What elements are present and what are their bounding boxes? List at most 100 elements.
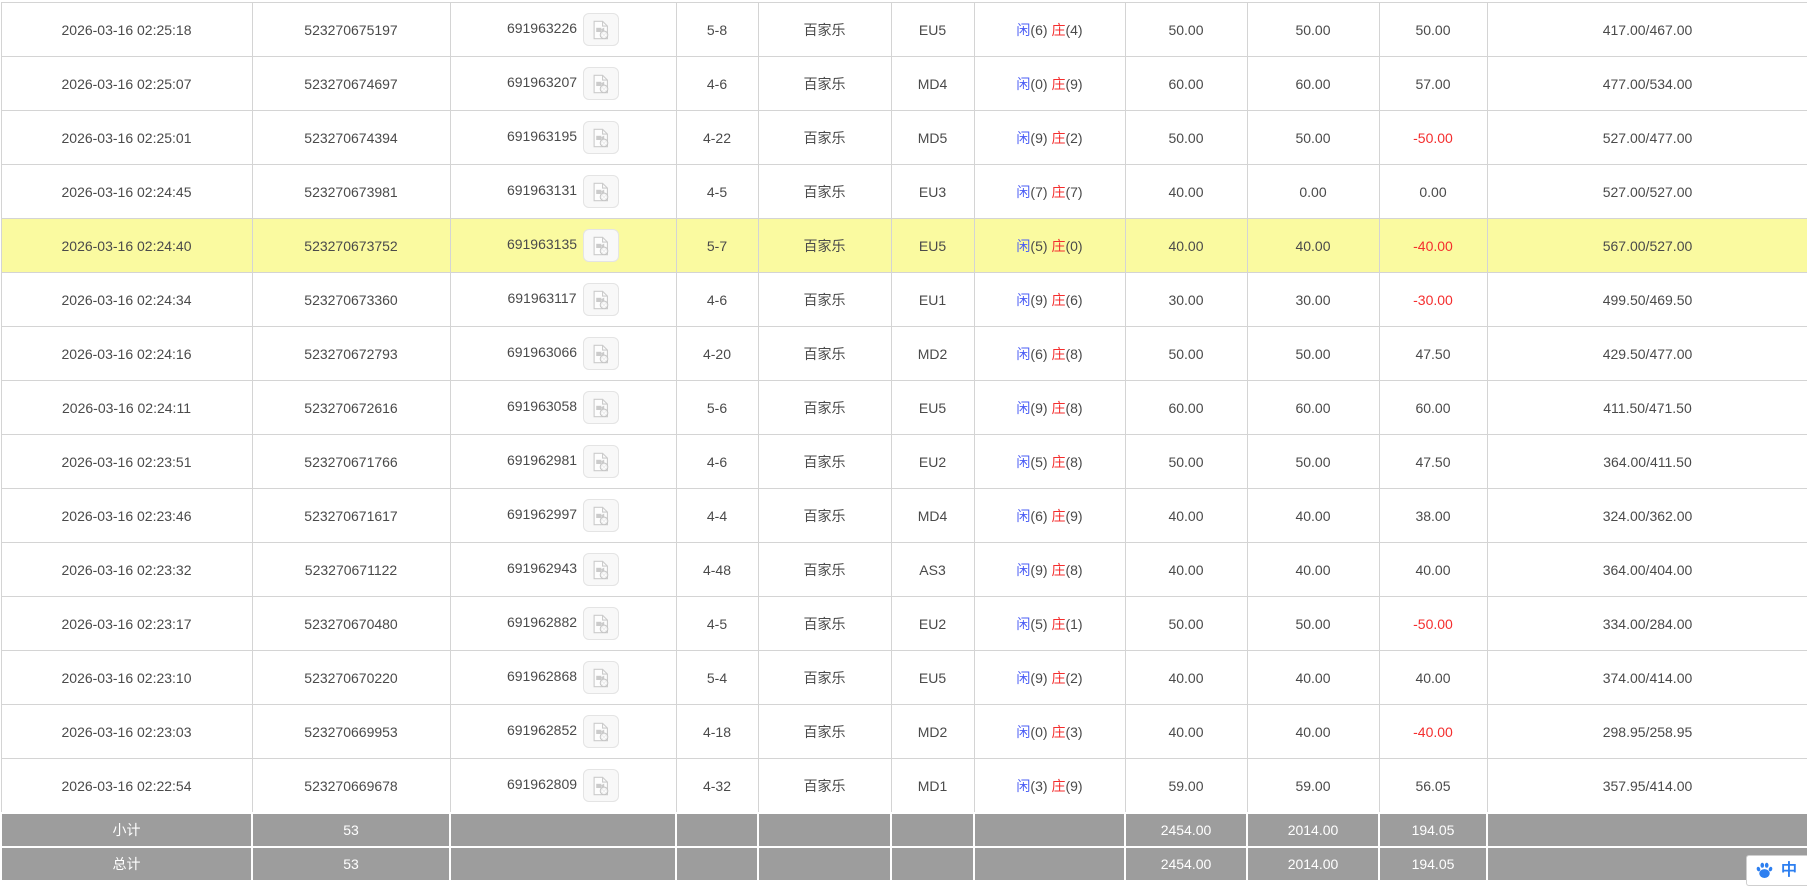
bet-amount[interactable]: 40.00: [1168, 670, 1203, 686]
bet-amount[interactable]: 40.00: [1168, 562, 1203, 578]
bet-amount[interactable]: 40.00: [1168, 508, 1203, 524]
balance-cell: 324.00/362.00: [1486, 488, 1807, 543]
bet-amount[interactable]: 50.00: [1168, 130, 1203, 146]
player-label: 闲: [1016, 777, 1031, 794]
bet-amount[interactable]: 50.00: [1168, 346, 1203, 362]
shoe-round: 4-22: [702, 129, 732, 146]
bet-id: 523270675197: [304, 21, 398, 38]
balance: 364.00/404.00: [1602, 561, 1693, 578]
result-cell: 闲(3) 庄(9): [973, 758, 1126, 814]
game-cell: 百家乐: [757, 272, 892, 327]
shoe-round-cell: 4-20: [675, 326, 759, 381]
shoe-round-cell: 5-7: [675, 218, 759, 273]
table-code: MD5: [917, 129, 948, 146]
round-id: 691963207: [506, 74, 578, 91]
bet-amount-cell[interactable]: 40.00: [1124, 704, 1248, 759]
video-replay-button[interactable]: [583, 769, 620, 802]
subtotal-valid-total: 2014.00: [1246, 812, 1380, 848]
bet-amount[interactable]: 60.00: [1168, 400, 1203, 416]
video-replay-button[interactable]: [583, 175, 620, 208]
bet-amount-cell[interactable]: 50.00: [1124, 596, 1248, 651]
total-empty-game: [757, 846, 892, 882]
valid-bet: 50.00: [1295, 615, 1331, 632]
video-replay-button[interactable]: [583, 607, 620, 640]
bet-amount-cell[interactable]: 30.00: [1124, 272, 1248, 327]
video-replay-button[interactable]: [583, 337, 620, 370]
player-score: (9): [1030, 561, 1048, 578]
game-cell: 百家乐: [757, 2, 892, 57]
video-replay-button[interactable]: [583, 445, 620, 478]
banker-score: (1): [1065, 615, 1083, 632]
video-replay-button[interactable]: [583, 121, 620, 154]
bet-amount-cell[interactable]: 50.00: [1124, 326, 1248, 381]
bet-amount-cell[interactable]: 59.00: [1124, 758, 1248, 814]
bet-amount[interactable]: 59.00: [1168, 778, 1203, 794]
table-code: EU2: [918, 453, 947, 470]
table-code-cell: EU5: [890, 218, 975, 273]
table-row: 2026-03-16 02:24:40 523270673752 6919631…: [0, 218, 1807, 273]
bet-amount-cell[interactable]: 50.00: [1124, 2, 1248, 57]
bet-amount[interactable]: 50.00: [1168, 454, 1203, 470]
bet-amount-cell[interactable]: 40.00: [1124, 488, 1248, 543]
video-replay-button[interactable]: [583, 661, 620, 694]
video-file-icon: [593, 236, 609, 255]
total-label: 总计: [0, 846, 253, 882]
bet-time: 2026-03-16 02:23:17: [61, 615, 192, 632]
round-cell: 691963135: [449, 218, 677, 273]
bet-amount[interactable]: 30.00: [1168, 292, 1203, 308]
video-replay-button[interactable]: [583, 553, 620, 586]
player-score: (0): [1030, 75, 1048, 92]
bet-id-cell: 523270673360: [251, 272, 451, 327]
bet-time: 2026-03-16 02:22:54: [61, 777, 192, 794]
valid-bet-cell: 50.00: [1246, 326, 1380, 381]
video-replay-button[interactable]: [583, 67, 620, 100]
bet-amount-cell[interactable]: 40.00: [1124, 218, 1248, 273]
bet-amount[interactable]: 50.00: [1168, 616, 1203, 632]
round-id: 691962852: [506, 722, 578, 739]
valid-bet-cell: 60.00: [1246, 56, 1380, 111]
balance: 324.00/362.00: [1602, 507, 1693, 524]
video-replay-button[interactable]: [583, 391, 620, 424]
win-loss: 56.05: [1415, 777, 1451, 794]
bet-time-cell: 2026-03-16 02:24:16: [0, 326, 253, 381]
balance-cell: 298.95/258.95: [1486, 704, 1807, 759]
video-replay-button[interactable]: [583, 229, 620, 262]
bet-amount[interactable]: 40.00: [1168, 184, 1203, 200]
bet-amount-cell[interactable]: 40.00: [1124, 164, 1248, 219]
win-loss: -40.00: [1413, 723, 1453, 740]
bet-amount-cell[interactable]: 50.00: [1124, 110, 1248, 165]
round-cell: 691963195: [449, 110, 677, 165]
video-replay-button[interactable]: [583, 499, 620, 532]
player-label: 闲: [1016, 561, 1031, 578]
shoe-round-cell: 4-5: [675, 164, 759, 219]
video-file-icon: [593, 20, 609, 39]
bet-amount-cell[interactable]: 60.00: [1124, 380, 1248, 435]
bet-amount-cell[interactable]: 40.00: [1124, 542, 1248, 597]
bet-amount[interactable]: 40.00: [1168, 724, 1203, 740]
bet-id-cell: 523270669953: [251, 704, 451, 759]
bet-amount-cell[interactable]: 60.00: [1124, 56, 1248, 111]
table-code: MD4: [917, 75, 948, 92]
translate-widget[interactable]: 中: [1745, 855, 1807, 886]
bet-amount[interactable]: 40.00: [1168, 238, 1203, 254]
balance: 364.00/411.50: [1603, 453, 1692, 470]
table-code-cell: EU5: [890, 2, 975, 57]
video-replay-button[interactable]: [583, 13, 620, 46]
bet-amount-cell[interactable]: 40.00: [1124, 650, 1248, 705]
valid-bet-cell: 40.00: [1246, 542, 1380, 597]
table-code: MD2: [917, 723, 948, 740]
balance: 417.00/467.00: [1602, 21, 1693, 38]
bet-amount[interactable]: 50.00: [1168, 22, 1203, 38]
total-empty-shoe: [675, 846, 759, 882]
video-replay-button[interactable]: [582, 283, 619, 316]
bet-amount-cell[interactable]: 50.00: [1124, 434, 1248, 489]
bet-amount[interactable]: 60.00: [1168, 76, 1203, 92]
game-name: 百家乐: [803, 777, 846, 794]
winloss-cell: -30.00: [1378, 272, 1488, 327]
player-score: (9): [1030, 291, 1048, 308]
result-cell: 闲(5) 庄(0): [973, 218, 1126, 273]
win-loss: 38.00: [1415, 507, 1451, 524]
video-file-icon: [593, 614, 609, 633]
table-code: AS3: [919, 561, 946, 578]
video-replay-button[interactable]: [583, 715, 620, 748]
